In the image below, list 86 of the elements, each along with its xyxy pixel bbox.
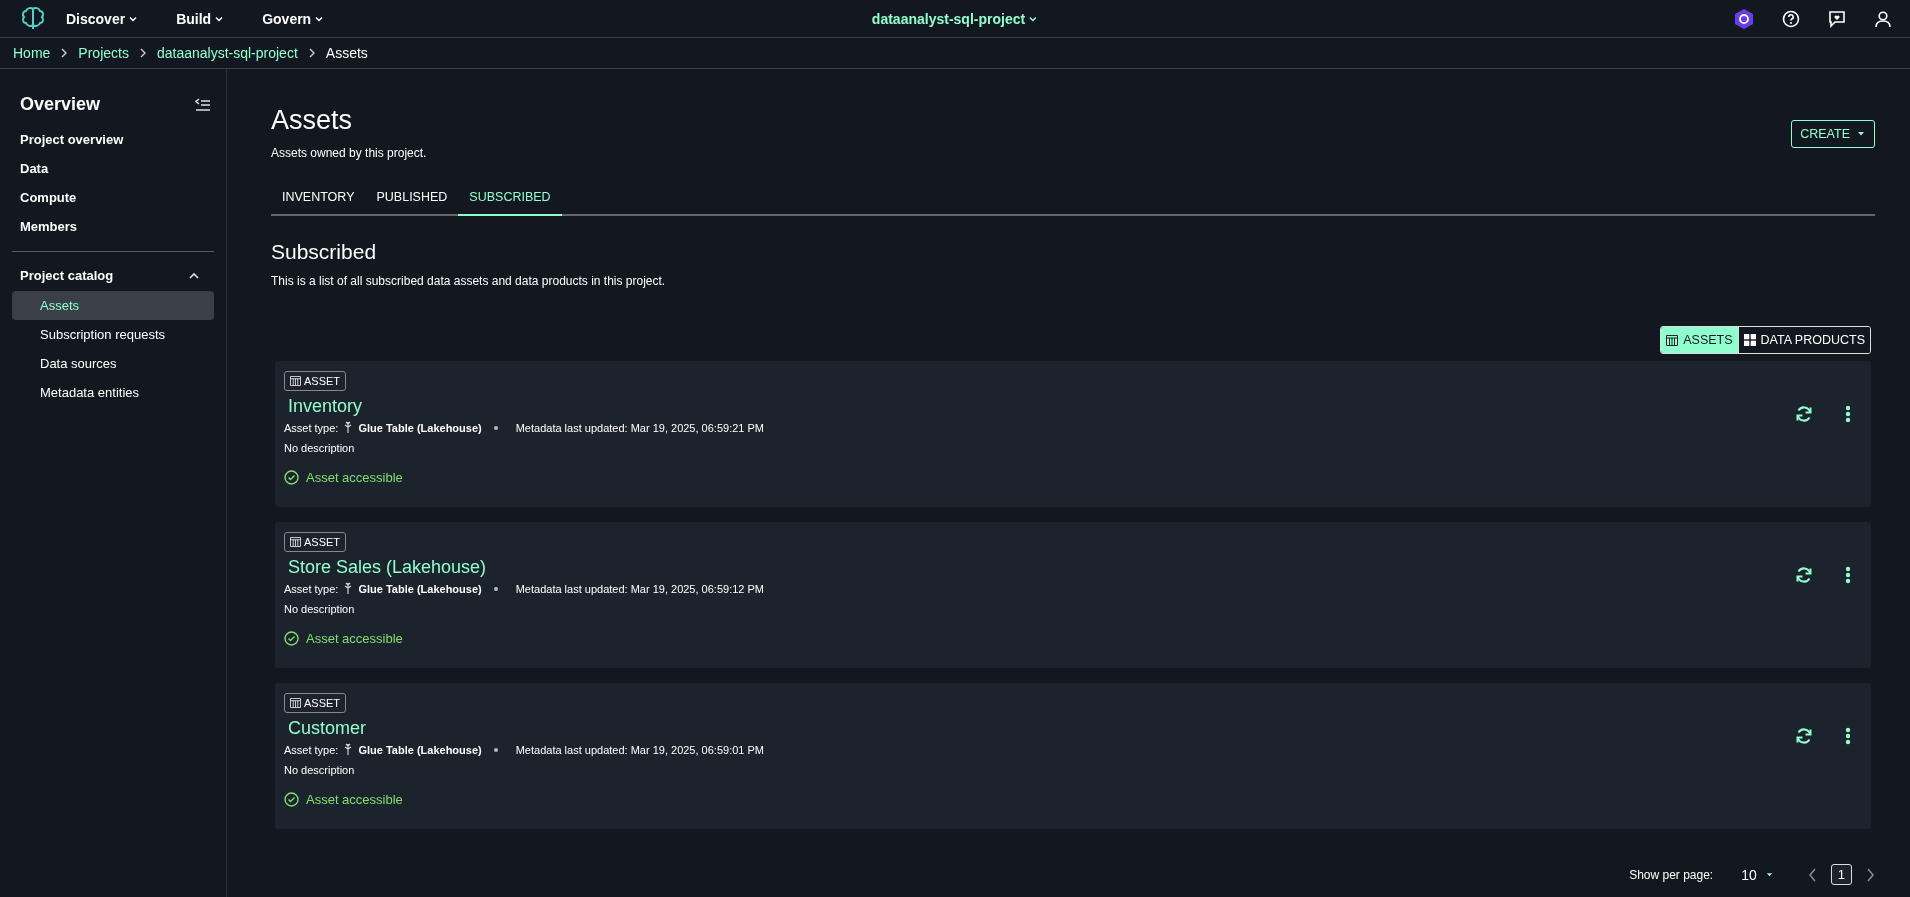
more-options-icon[interactable] bbox=[1845, 566, 1851, 584]
per-page-label: Show per page: bbox=[1629, 867, 1714, 882]
asset-badge: ASSET bbox=[284, 532, 347, 552]
asset-description: No description bbox=[284, 764, 355, 776]
page-number-button[interactable]: 1 bbox=[1830, 864, 1852, 885]
sidebar-item[interactable]: Members bbox=[12, 212, 214, 241]
page-title: Assets bbox=[271, 105, 354, 136]
separator-dot-icon bbox=[493, 747, 498, 752]
sidebar-item[interactable]: Compute bbox=[12, 183, 214, 212]
breadcrumb-current: Assets bbox=[325, 45, 368, 61]
chevron-right-icon bbox=[138, 48, 147, 58]
asset-type-value: Glue Table (Lakehouse) bbox=[358, 743, 482, 756]
asset-badge: ASSET bbox=[284, 371, 347, 391]
breadcrumb-link[interactable]: dataanalyst-sql-project bbox=[156, 45, 298, 61]
chevron-right-icon bbox=[60, 48, 69, 58]
chevron-right-icon bbox=[307, 48, 316, 58]
check-circle-icon bbox=[284, 470, 299, 485]
refresh-icon[interactable] bbox=[1795, 566, 1813, 584]
asset-status: Asset accessible bbox=[306, 470, 403, 485]
separator-dot-icon bbox=[493, 586, 498, 591]
caret-down-icon bbox=[1764, 871, 1774, 878]
sidebar-section-toggle[interactable]: Project catalog bbox=[12, 260, 214, 291]
asset-type-label: Asset type: bbox=[284, 582, 339, 595]
asset-type-value: Glue Table (Lakehouse) bbox=[358, 421, 482, 434]
sidebar-item[interactable]: Project overview bbox=[12, 125, 214, 154]
tab[interactable]: SUBSCRIBED bbox=[458, 180, 562, 216]
asset-status: Asset accessible bbox=[306, 631, 403, 646]
metadata-updated: Metadata last updated: Mar 19, 2025, 06:59:21 PM bbox=[515, 421, 764, 434]
tab[interactable]: INVENTORY bbox=[271, 180, 366, 216]
asset-description: No description bbox=[284, 603, 355, 615]
view-toggle-button[interactable]: ASSETS bbox=[1661, 327, 1738, 353]
refresh-icon[interactable] bbox=[1795, 727, 1813, 745]
help-icon[interactable] bbox=[1782, 9, 1800, 28]
asset-name-link[interactable]: Store Sales (Lakehouse) bbox=[288, 557, 487, 578]
collapse-sidebar-icon[interactable] bbox=[195, 97, 211, 112]
user-icon[interactable] bbox=[1874, 9, 1892, 28]
glue-icon bbox=[344, 582, 353, 595]
asset-name-link[interactable]: Customer bbox=[288, 718, 367, 739]
previous-page-icon[interactable] bbox=[1807, 867, 1817, 882]
nav-menu[interactable]: Discover bbox=[66, 10, 139, 27]
table-icon bbox=[290, 376, 301, 386]
sidebar-subitem[interactable]: Data sources bbox=[12, 349, 214, 378]
sidebar-subitem[interactable]: Metadata entities bbox=[12, 378, 214, 407]
glue-icon bbox=[344, 421, 353, 434]
refresh-icon[interactable] bbox=[1795, 405, 1813, 423]
create-button[interactable]: CREATE bbox=[1791, 120, 1875, 148]
table-icon bbox=[290, 537, 301, 547]
asset-type-value: Glue Table (Lakehouse) bbox=[358, 582, 482, 595]
nav-menu[interactable]: Govern bbox=[262, 10, 325, 27]
glue-icon bbox=[344, 743, 353, 756]
grid-icon bbox=[1743, 334, 1756, 346]
check-circle-icon bbox=[284, 631, 299, 646]
view-toggle-button[interactable]: DATA PRODUCTS bbox=[1737, 327, 1870, 353]
next-page-icon[interactable] bbox=[1866, 867, 1875, 882]
section-description: This is a list of all subscribed data assets and data products in this project. bbox=[271, 274, 667, 288]
asset-description: No description bbox=[284, 442, 355, 454]
brain-logo-icon[interactable] bbox=[20, 5, 46, 32]
metadata-updated: Metadata last updated: Mar 19, 2025, 06:59:01 PM bbox=[515, 743, 764, 756]
asset-status: Asset accessible bbox=[306, 792, 403, 807]
more-options-icon[interactable] bbox=[1845, 405, 1851, 423]
project-selector[interactable]: dataanalyst-sql-project bbox=[871, 10, 1039, 27]
check-circle-icon bbox=[284, 792, 299, 807]
breadcrumb-link[interactable]: Projects bbox=[78, 45, 129, 61]
table-icon bbox=[1666, 334, 1679, 346]
breadcrumb-link[interactable]: Home bbox=[13, 45, 51, 61]
more-options-icon[interactable] bbox=[1845, 727, 1851, 745]
asset-type-label: Asset type: bbox=[284, 743, 339, 756]
chevron-up-icon bbox=[188, 271, 200, 280]
tab[interactable]: PUBLISHED bbox=[365, 180, 459, 216]
asset-badge: ASSET bbox=[284, 693, 347, 713]
sidebar-item[interactable]: Data bbox=[12, 154, 214, 183]
table-icon bbox=[290, 698, 301, 708]
asset-name-link[interactable]: Inventory bbox=[288, 396, 363, 417]
metadata-updated: Metadata last updated: Mar 19, 2025, 06:59:12 PM bbox=[515, 582, 764, 595]
caret-down-icon bbox=[1856, 131, 1866, 137]
sidebar-title: Overview bbox=[20, 94, 101, 115]
sidebar-subitem[interactable]: Subscription requests bbox=[12, 320, 214, 349]
hexagon-logo-icon[interactable] bbox=[1734, 7, 1754, 30]
nav-menu[interactable]: Build bbox=[176, 10, 225, 27]
sidebar-subitem[interactable]: Assets bbox=[12, 291, 214, 320]
page-subtitle: Assets owned by this project. bbox=[271, 146, 427, 160]
feedback-icon[interactable] bbox=[1828, 9, 1846, 28]
separator-dot-icon bbox=[493, 425, 498, 430]
section-title: Subscribed bbox=[271, 240, 378, 264]
per-page-select[interactable]: 10 bbox=[1735, 865, 1780, 884]
asset-type-label: Asset type: bbox=[284, 421, 339, 434]
